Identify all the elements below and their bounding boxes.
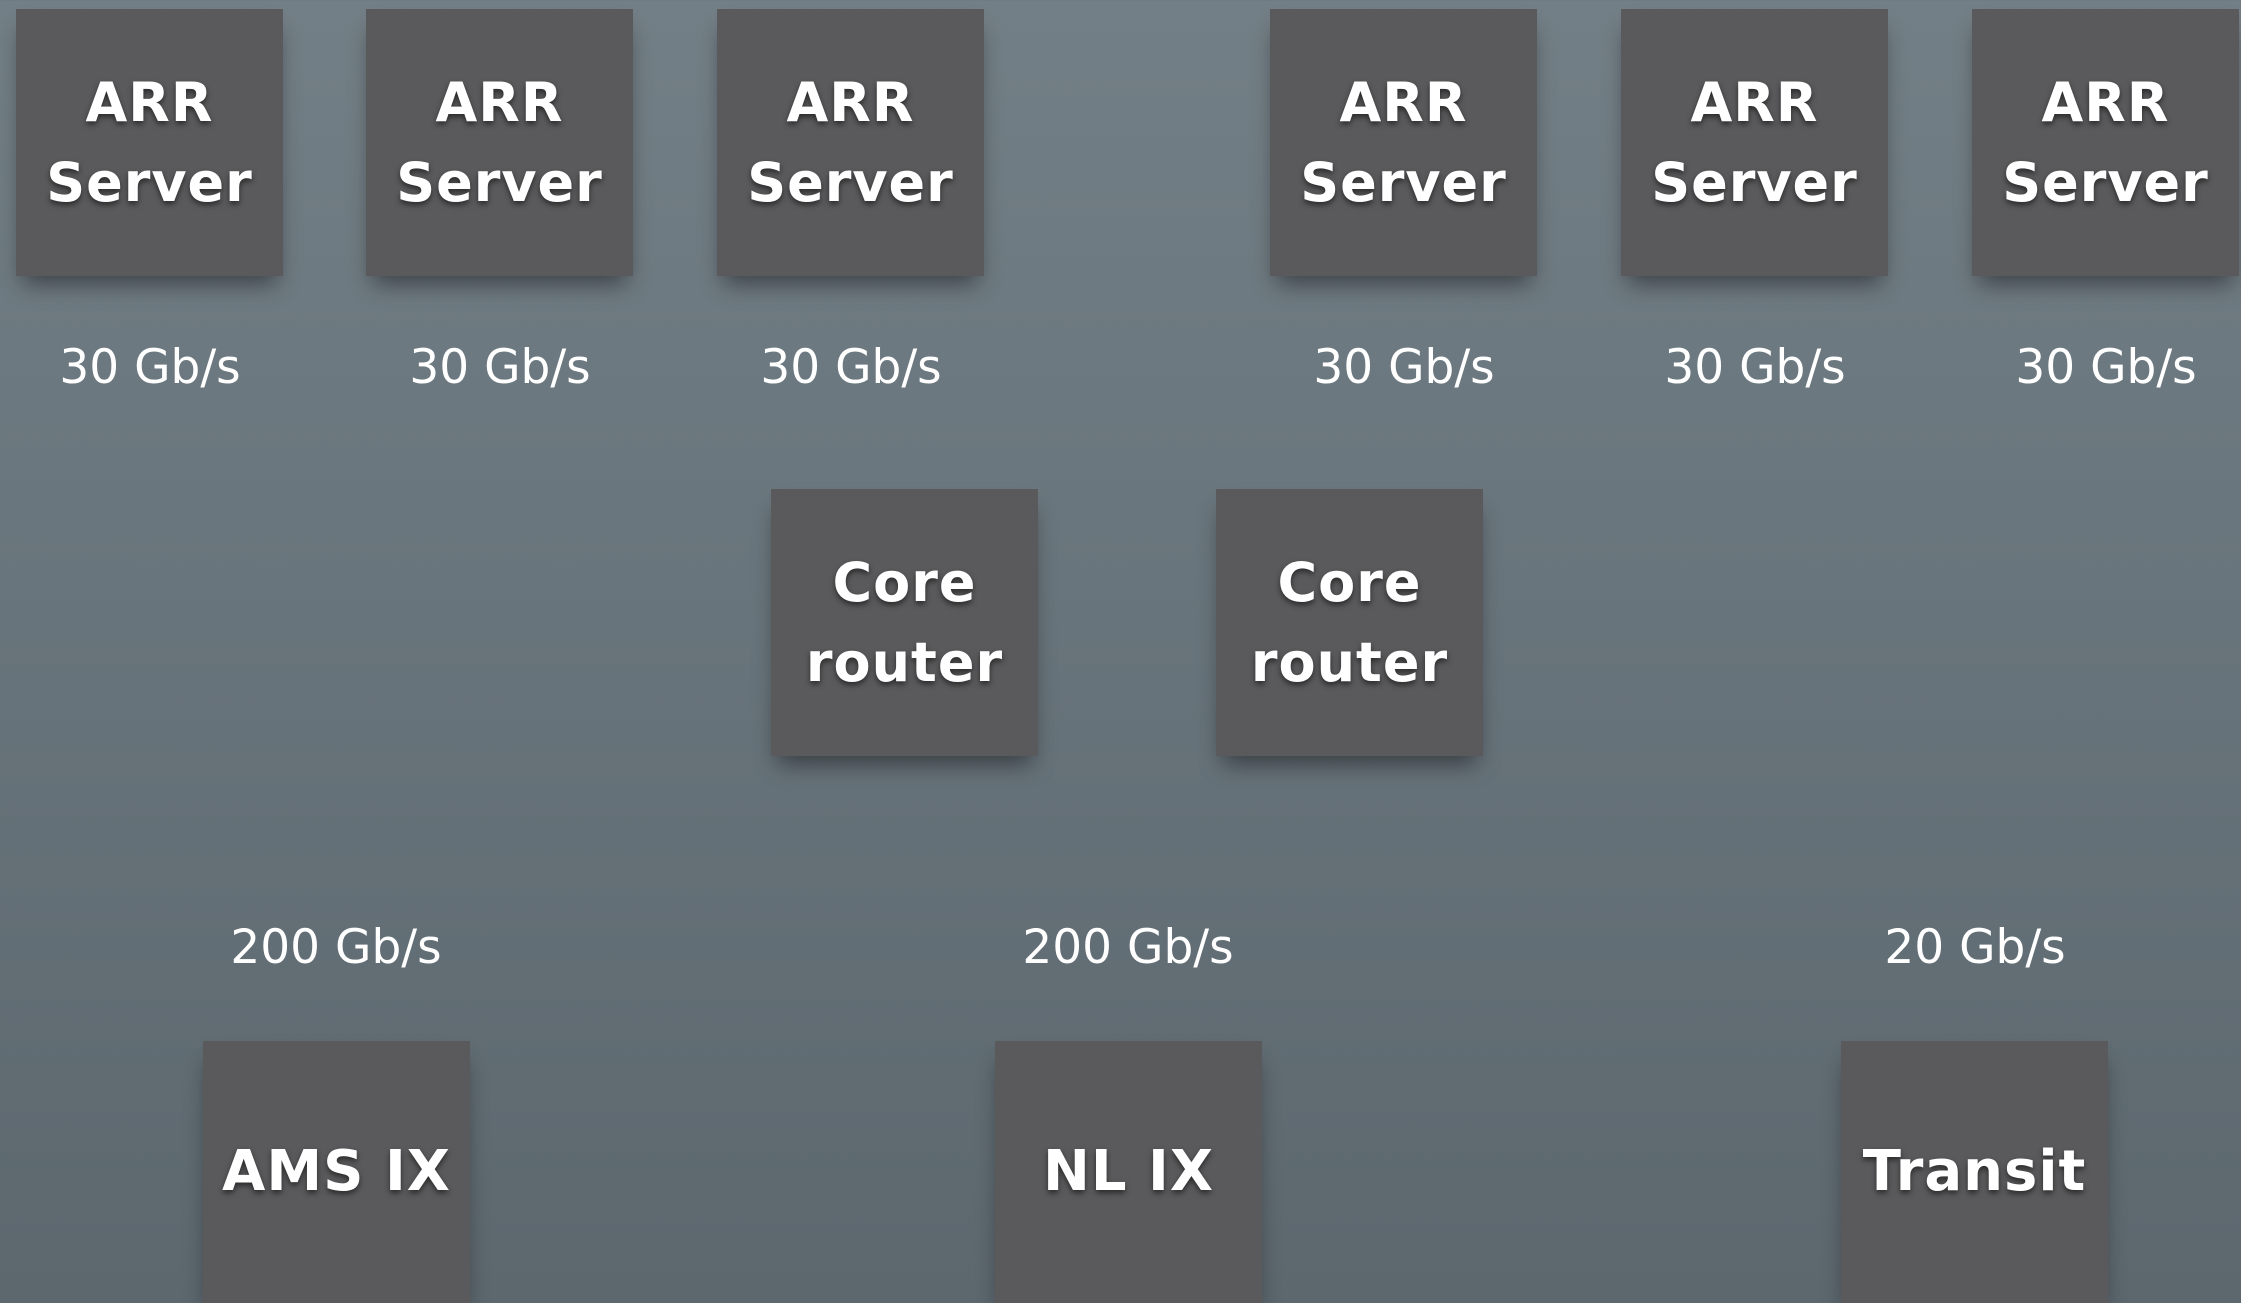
- core-router-2: Core router: [1216, 489, 1483, 756]
- arr-server-4: ARR Server: [1270, 9, 1537, 276]
- arr-server-label: ARR Server: [1300, 70, 1507, 214]
- core-router-label: Core router: [1250, 550, 1449, 694]
- arr-server-label: ARR Server: [2002, 70, 2209, 214]
- arr-server-2: ARR Server: [366, 9, 633, 276]
- uplink-transit: Transit: [1841, 1041, 2108, 1303]
- arr-server-5: ARR Server: [1621, 9, 1888, 276]
- uplink-label: Transit: [1862, 1139, 2087, 1204]
- uplink-speed-ams-ix: 200 Gb/s: [230, 920, 442, 975]
- uplink-speed-transit: 20 Gb/s: [1884, 920, 2066, 975]
- uplink-nl-ix: NL IX: [995, 1041, 1262, 1303]
- uplink-label: NL IX: [1042, 1139, 1215, 1204]
- arr-server-speed: 30 Gb/s: [1664, 340, 1846, 395]
- arr-server-1: ARR Server: [16, 9, 283, 276]
- arr-server-speed: 30 Gb/s: [1313, 340, 1495, 395]
- uplink-ams-ix: AMS IX: [203, 1041, 470, 1303]
- uplink-speed-nl-ix: 200 Gb/s: [1022, 920, 1234, 975]
- arr-server-3: ARR Server: [717, 9, 984, 276]
- arr-server-speed: 30 Gb/s: [409, 340, 591, 395]
- arr-server-label: ARR Server: [396, 70, 603, 214]
- arr-server-label: ARR Server: [1651, 70, 1858, 214]
- uplink-label: AMS IX: [222, 1139, 451, 1204]
- core-router-label: Core router: [805, 550, 1004, 694]
- arr-server-label: ARR Server: [46, 70, 253, 214]
- arr-server-label: ARR Server: [747, 70, 954, 214]
- core-router-1: Core router: [771, 489, 1038, 756]
- arr-server-6: ARR Server: [1972, 9, 2239, 276]
- arr-server-speed: 30 Gb/s: [59, 340, 241, 395]
- arr-server-speed: 30 Gb/s: [2015, 340, 2197, 395]
- arr-server-speed: 30 Gb/s: [760, 340, 942, 395]
